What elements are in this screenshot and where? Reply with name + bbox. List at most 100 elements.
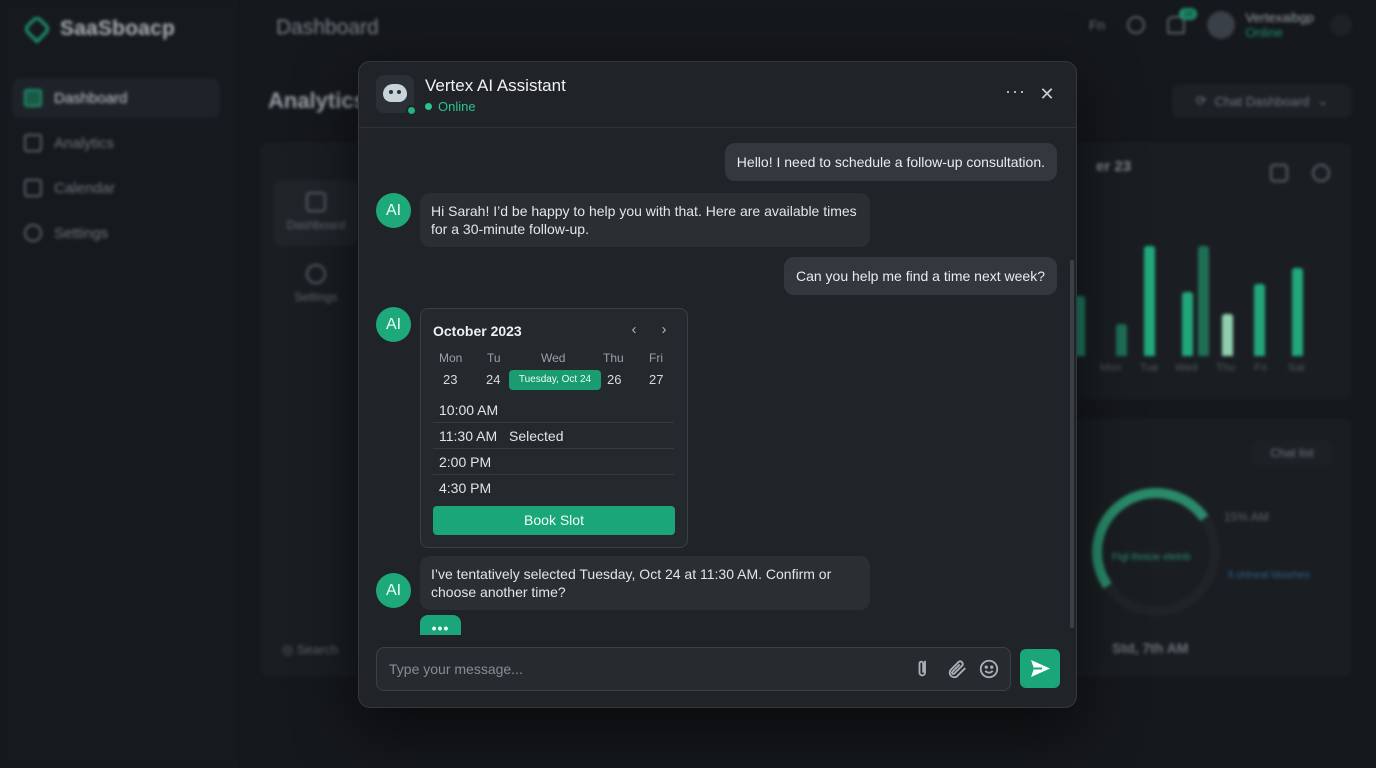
close-button[interactable]: ✕ <box>1037 84 1057 104</box>
paperclip-icon <box>918 660 926 677</box>
chevron-right-icon[interactable]: › <box>655 321 673 339</box>
more-horizontal-icon: ··· <box>1005 81 1026 101</box>
chevron-down-icon[interactable] <box>1330 14 1352 36</box>
bell-icon[interactable]: 38 <box>1167 8 1198 34</box>
chart-title: er 23 <box>1096 158 1132 175</box>
calendar-date[interactable]: 26 <box>607 372 621 387</box>
chart-day-label: Tue <box>1140 362 1159 374</box>
sidebar-item-analytics[interactable]: Analytics <box>12 123 220 163</box>
calendar-day-name: Fri <box>649 351 663 365</box>
chart-day-label: Sat <box>1288 362 1305 374</box>
ring-label: Ftgl thnicie eletnb <box>1112 552 1191 563</box>
chat-modal: Vertex AI Assistant Online ··· ✕ Hello! … <box>358 61 1077 708</box>
dashboard-icon <box>306 192 326 212</box>
analytics-icon <box>24 134 42 152</box>
time-slot[interactable]: 2:00 PM <box>433 449 674 475</box>
status-dot-icon <box>425 103 432 110</box>
calendar-date[interactable]: 23 <box>443 372 457 387</box>
typing-indicator: ••• <box>420 615 461 636</box>
search-icon[interactable] <box>1127 16 1146 34</box>
calendar-date[interactable]: 27 <box>649 372 663 387</box>
time-slot[interactable]: 4:30 PM <box>433 475 674 501</box>
notification-badge: 38 <box>1179 8 1198 20</box>
emoji-icon <box>979 659 999 679</box>
time-slot[interactable]: 11:30 AM Selected <box>433 423 674 449</box>
section-title: Analytics <box>268 88 366 113</box>
selected-tag: Selected <box>509 428 564 444</box>
chart-bar <box>1144 246 1155 356</box>
chart-day-label: Mon <box>1100 362 1122 374</box>
chat-list-button[interactable]: Chat list <box>1252 440 1332 466</box>
sidebar-item-settings[interactable]: Settings <box>12 213 220 253</box>
search-icon: ◎ <box>282 642 297 657</box>
send-button[interactable] <box>1020 649 1060 688</box>
chat-status: Online <box>425 99 476 114</box>
message-input[interactable] <box>389 648 909 690</box>
chart-bar <box>1198 246 1209 356</box>
book-slot-button[interactable]: Book Slot <box>433 506 675 535</box>
calendar-day-name: Tu <box>487 351 501 365</box>
user-menu[interactable]: Vertexaibgp Online <box>1207 10 1352 40</box>
tab-settings[interactable]: Settings <box>274 252 358 318</box>
attachment-icon <box>948 660 966 679</box>
settings-icon <box>24 224 42 242</box>
chevron-left-icon[interactable]: ‹ <box>625 321 643 339</box>
time-slot[interactable]: 10:00 AM <box>433 397 674 423</box>
chart-bar <box>1116 324 1127 356</box>
chart-day-label: Thu <box>1216 362 1235 374</box>
settings-icon[interactable] <box>1312 164 1330 182</box>
attach-button[interactable] <box>946 658 968 680</box>
ai-message: I’ve tentatively selected Tuesday, Oct 2… <box>420 556 870 610</box>
footer-time: Std, 7th AM <box>1112 640 1189 656</box>
ai-avatar: AI <box>376 307 411 342</box>
send-icon <box>1031 660 1050 677</box>
user-message: Hello! I need to schedule a follow-up co… <box>724 143 1057 181</box>
online-dot <box>406 105 417 116</box>
percent-label: 15% AM <box>1224 510 1269 524</box>
calendar-icon <box>24 179 42 197</box>
search-link[interactable]: ◎ Search <box>282 642 338 658</box>
chart-bar <box>1292 268 1303 356</box>
legend-label: Il ohlneat lduorhes <box>1228 570 1310 581</box>
settings-icon <box>306 264 326 284</box>
sidebar-item-dashboard[interactable]: Dashboard <box>12 78 220 118</box>
chart-bar <box>1254 284 1265 356</box>
user-message: Can you help me find a time next week? <box>783 257 1057 295</box>
top-bar: Dashboard Fn 38 Vertexaibgp Online <box>236 0 1376 58</box>
ai-avatar: AI <box>376 573 411 608</box>
ai-avatar: AI <box>376 193 411 228</box>
calendar-month: October 2023 <box>433 323 522 339</box>
bot-avatar <box>376 75 417 116</box>
calendar-selected-date[interactable]: Tuesday, Oct 24 <box>509 370 601 390</box>
avatar <box>1207 11 1236 39</box>
chat-header: Vertex AI Assistant Online ··· ✕ <box>359 62 1076 128</box>
sidebar-item-calendar[interactable]: Calendar <box>12 168 220 208</box>
calendar-day-name: Mon <box>439 351 463 365</box>
close-icon: ✕ <box>1039 84 1055 104</box>
bar-chart <box>1072 240 1312 356</box>
tab-dashboard[interactable]: Dashboard <box>274 180 358 246</box>
chevron-down-icon: ⌄ <box>1317 93 1329 108</box>
chart-expand-icon[interactable] <box>1270 164 1288 182</box>
user-name: Vertexaibgp <box>1245 10 1314 25</box>
chat-dashboard-button[interactable]: ⟳ Chat Dashboard ⌄ <box>1172 84 1352 118</box>
more-options-button[interactable]: ··· <box>1005 81 1026 104</box>
dashboard-icon <box>24 89 42 107</box>
message-input-container <box>376 647 1011 691</box>
emoji-button[interactable] <box>978 658 1000 680</box>
app-name: SaaSboacp <box>60 17 176 40</box>
calendar-widget: October 2023 ‹ › Mon Tu Wed Thu Fri 23 2… <box>420 308 688 548</box>
top-bar-actions: Fn 38 Vertexaibgp Online <box>1089 8 1352 40</box>
user-status: Online <box>1245 25 1283 40</box>
scrollbar[interactable] <box>1070 260 1074 628</box>
logo-icon <box>22 14 52 44</box>
chart-bar <box>1182 292 1193 356</box>
chart-bar <box>1222 314 1233 356</box>
calendar-day-name: Wed <box>541 351 566 365</box>
chat-title: Vertex AI Assistant <box>425 76 566 95</box>
attach-file-button[interactable] <box>914 658 936 680</box>
app-logo: SaaSboacp <box>22 14 176 44</box>
calendar-day-name: Thu <box>603 351 624 365</box>
language-switch[interactable]: Fn <box>1089 17 1105 33</box>
calendar-date[interactable]: 24 <box>486 372 500 387</box>
